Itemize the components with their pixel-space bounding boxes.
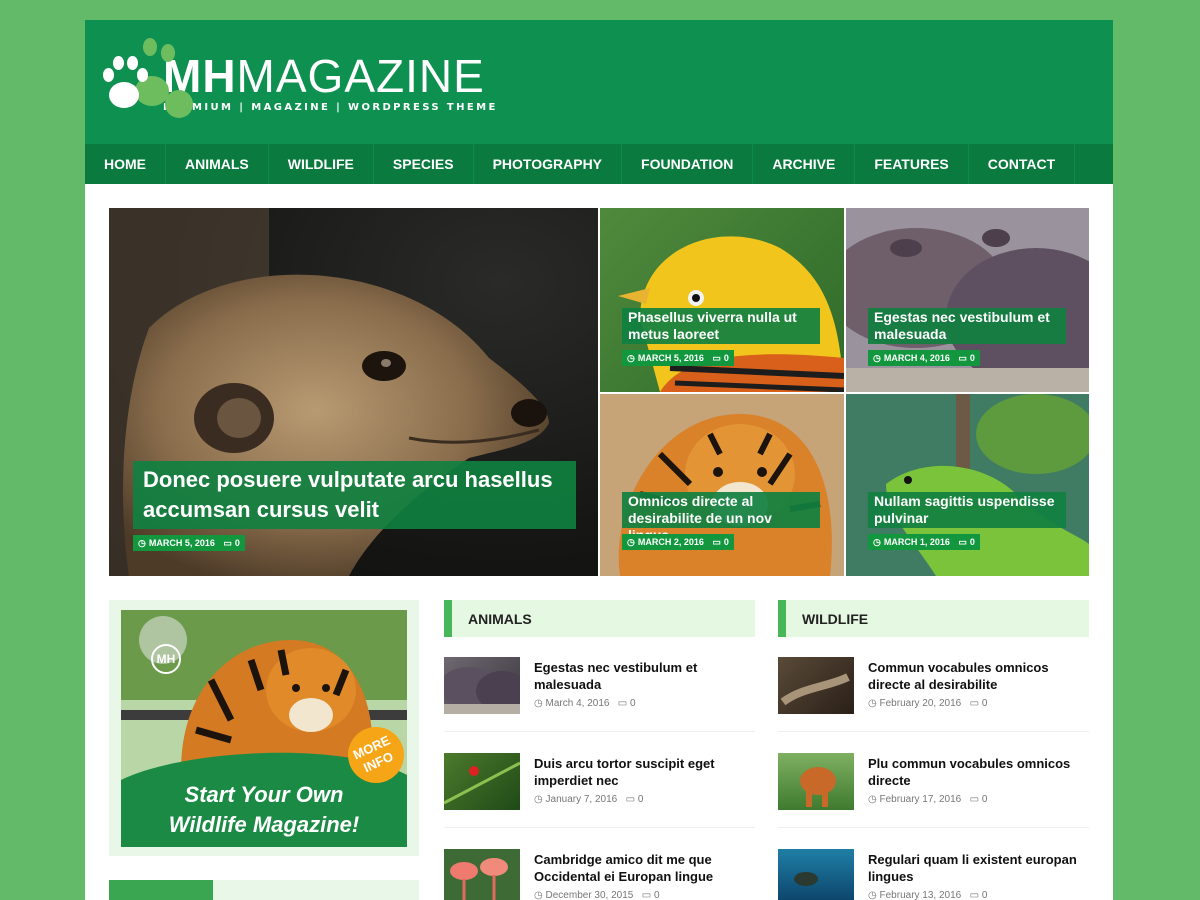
comment-icon: ▭ — [969, 794, 980, 805]
lizard-thumb-image — [780, 673, 850, 706]
site-tagline: PREMIUM | MAGAZINE | WORDPRESS THEME — [163, 102, 498, 113]
post-thumbnail[interactable] — [778, 849, 854, 900]
featured-post-2-meta: ◷ MARCH 4, 2016 ▭ 0 — [868, 350, 980, 366]
post-thumbnail[interactable] — [778, 753, 854, 810]
main-navigation: HOME ANIMALS WILDLIFE SPECIES PHOTOGRAPH… — [85, 144, 1113, 184]
post-meta: ◷ February 17, 2016 ▭ 0 — [868, 794, 988, 805]
comment-icon: ▭ — [223, 538, 232, 548]
clock-icon: ◷ — [534, 794, 543, 805]
comment-icon: ▭ — [958, 537, 967, 547]
featured-main-title[interactable]: Donec posuere vulputate arcu hasellus ac… — [133, 461, 576, 529]
clock-icon: ◷ — [873, 353, 881, 363]
clock-icon: ◷ — [873, 537, 881, 547]
nav-item-archive[interactable]: ARCHIVE — [753, 144, 856, 184]
post-thumbnail[interactable] — [778, 657, 854, 714]
list-item[interactable]: Egestas nec vestibulum et malesuada ◷ Ma… — [444, 657, 755, 737]
ladybug-thumb-image — [444, 761, 520, 805]
post-meta: ◷ December 30, 2015 ▭ 0 — [534, 890, 660, 900]
post-meta: ◷ March 4, 2016 ▭ 0 — [534, 698, 636, 709]
comment-icon: ▭ — [969, 698, 980, 709]
post-title[interactable]: Cambridge amico dit me que Occidental ei… — [534, 851, 756, 885]
nav-item-contact[interactable]: CONTACT — [969, 144, 1076, 184]
featured-post-4-title[interactable]: Nullam sagittis uspendisse pulvinar — [868, 492, 1066, 528]
animals-heading[interactable]: ANIMALS — [444, 600, 755, 637]
clock-icon: ◷ — [627, 353, 635, 363]
list-item[interactable]: Regulari quam li existent europan lingue… — [778, 849, 1089, 900]
featured-main-meta: ◷ MARCH 5, 2016 ▭ 0 — [133, 535, 245, 551]
comment-icon: ▭ — [617, 698, 628, 709]
featured-post-2-title[interactable]: Egestas nec vestibulum et malesuada — [868, 308, 1066, 344]
clock-icon: ◷ — [138, 538, 146, 548]
nav-item-animals[interactable]: ANIMALS — [166, 144, 269, 184]
featured-main-post[interactable]: Donec posuere vulputate arcu hasellus ac… — [109, 208, 598, 576]
clock-icon: ◷ — [868, 890, 877, 900]
post-meta: ◷ January 7, 2016 ▭ 0 — [534, 794, 644, 805]
tabbed-widget — [109, 880, 419, 900]
list-item[interactable]: Duis arcu tortor suscipit eget imperdiet… — [444, 753, 755, 833]
ad-banner[interactable]: MH MORE INFO Start Your Own Wildlife Mag… — [121, 610, 407, 847]
divider — [778, 731, 1089, 732]
comment-icon: ▭ — [625, 794, 636, 805]
ad-headline-line1: Start Your Own — [184, 782, 344, 807]
elephant-thumb-image — [800, 767, 836, 807]
post-title[interactable]: Egestas nec vestibulum et malesuada — [534, 659, 756, 693]
paw-icon — [103, 38, 193, 128]
wildlife-section: WILDLIFE Commun vocabules omnicos direct… — [778, 600, 1089, 900]
divider — [444, 731, 755, 732]
nav-item-species[interactable]: SPECIES — [374, 144, 474, 184]
clock-icon: ◷ — [627, 537, 635, 547]
clock-icon: ◷ — [868, 698, 877, 709]
featured-post-3-meta: ◷ MARCH 2, 2016 ▭ 0 — [622, 534, 734, 550]
clock-icon: ◷ — [534, 698, 543, 709]
post-meta: ◷ February 13, 2016 ▭ 0 — [868, 890, 988, 900]
featured-post-4-meta: ◷ MARCH 1, 2016 ▭ 0 — [868, 534, 980, 550]
comment-icon: ▭ — [969, 890, 980, 900]
featured-grid: Donec posuere vulputate arcu hasellus ac… — [109, 208, 1089, 576]
featured-post-1[interactable]: Phasellus viverra nulla ut metus laoreet… — [600, 208, 844, 392]
flamingo-thumb-image — [450, 858, 508, 900]
logo-wordmark: MHMAGAZINE — [163, 50, 485, 102]
divider — [444, 827, 755, 828]
ad-logo: MH — [151, 644, 181, 674]
post-title[interactable]: Duis arcu tortor suscipit eget imperdiet… — [534, 755, 756, 789]
nav-item-wildlife[interactable]: WILDLIFE — [269, 144, 374, 184]
ad-widget: MH MORE INFO Start Your Own Wildlife Mag… — [109, 600, 419, 856]
list-item[interactable]: Cambridge amico dit me que Occidental ei… — [444, 849, 755, 900]
tab-active[interactable] — [109, 880, 213, 900]
turtle-thumb-image — [794, 872, 818, 886]
clock-icon: ◷ — [534, 890, 543, 900]
divider — [778, 827, 1089, 828]
comment-icon: ▭ — [712, 537, 721, 547]
comment-icon: ▭ — [712, 353, 721, 363]
post-thumbnail[interactable] — [444, 753, 520, 810]
clock-icon: ◷ — [868, 794, 877, 805]
site-header: MHMAGAZINE PREMIUM | MAGAZINE | WORDPRES… — [85, 20, 1113, 144]
featured-post-1-title[interactable]: Phasellus viverra nulla ut metus laoreet — [622, 308, 820, 344]
site-logo[interactable]: MHMAGAZINE PREMIUM | MAGAZINE | WORDPRES… — [103, 38, 498, 128]
featured-post-2[interactable]: Egestas nec vestibulum et malesuada ◷ MAR… — [846, 208, 1089, 392]
post-title[interactable]: Regulari quam li existent europan lingue… — [868, 851, 1090, 885]
nav-item-foundation[interactable]: FOUNDATION — [622, 144, 754, 184]
page-wrapper: MHMAGAZINE PREMIUM | MAGAZINE | WORDPRES… — [85, 20, 1113, 900]
animals-section: ANIMALS Egestas nec vestibulum et malesu… — [444, 600, 755, 900]
featured-post-4[interactable]: Nullam sagittis uspendisse pulvinar ◷ MAR… — [846, 394, 1089, 576]
nav-item-photography[interactable]: PHOTOGRAPHY — [474, 144, 623, 184]
nav-item-features[interactable]: FEATURES — [855, 144, 969, 184]
comment-icon: ▭ — [958, 353, 967, 363]
ad-headline-line2: Wildlife Magazine! — [168, 812, 360, 837]
post-thumbnail[interactable] — [444, 657, 520, 714]
wildlife-heading[interactable]: WILDLIFE — [778, 600, 1089, 637]
post-meta: ◷ February 20, 2016 ▭ 0 — [868, 698, 988, 709]
comment-icon: ▭ — [641, 890, 652, 900]
post-title[interactable]: Plu commun vocabules omnicos directe — [868, 755, 1090, 789]
featured-post-3[interactable]: Omnicos directe al desirabilite de un no… — [600, 394, 844, 576]
featured-post-3-title[interactable]: Omnicos directe al desirabilite de un no… — [622, 492, 820, 543]
hippo-thumb-image — [444, 667, 520, 714]
post-title[interactable]: Commun vocabules omnicos directe al desi… — [868, 659, 1090, 693]
list-item[interactable]: Plu commun vocabules omnicos directe ◷ F… — [778, 753, 1089, 833]
post-thumbnail[interactable] — [444, 849, 520, 900]
list-item[interactable]: Commun vocabules omnicos directe al desi… — [778, 657, 1089, 737]
nav-item-home[interactable]: HOME — [85, 144, 166, 184]
featured-post-1-meta: ◷ MARCH 5, 2016 ▭ 0 — [622, 350, 734, 366]
